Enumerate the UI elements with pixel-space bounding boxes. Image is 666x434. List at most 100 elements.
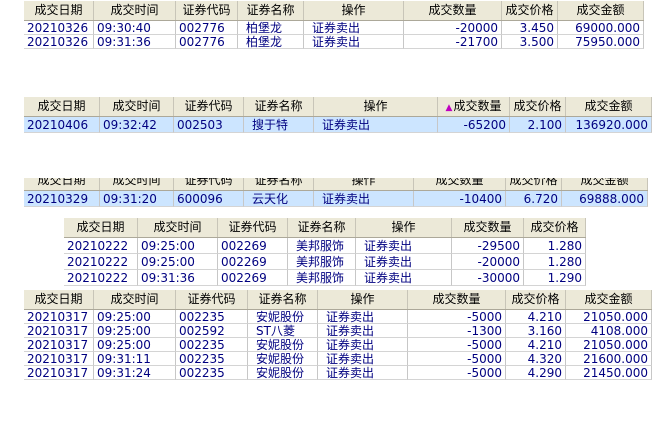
cell-trade-qty: -10400	[414, 191, 506, 207]
column-header-security-name[interactable]: 证券名称	[238, 1, 304, 20]
column-header-trade-price[interactable]: 成交价格	[506, 178, 562, 190]
cell-security-code: 002776	[176, 21, 238, 35]
column-header-trade-date[interactable]: 成交日期	[64, 218, 138, 237]
column-header-operation[interactable]: 操作	[318, 290, 408, 309]
column-header-label: 证券名称	[254, 99, 303, 113]
column-header-trade-qty[interactable]: 成交数量	[404, 1, 502, 20]
table-row[interactable]: 20210317 09:25:00 002235 安妮股份 证券卖出 -5000 4.210…	[24, 310, 652, 324]
column-header-label: 成交价格	[513, 99, 562, 113]
column-header-trade-time[interactable]: 成交时间	[138, 218, 218, 237]
table-header: 成交日期 成交时间 证券代码 证券名称 操作 成交数量 成交价格 成交金额	[24, 178, 648, 191]
cell-security-name: 柏堡龙	[238, 35, 304, 49]
cell-security-code: 002592	[176, 324, 248, 338]
column-header-trade-qty[interactable]: 成交数量	[408, 290, 506, 309]
cell-security-code: 002235	[176, 366, 248, 380]
column-header-label: 操作	[363, 99, 388, 113]
column-header-label: 成交日期	[37, 178, 86, 187]
column-header-security-name[interactable]: 证券名称	[248, 290, 318, 309]
cell-security-name: 安妮股份	[248, 338, 318, 352]
column-header-label: 证券名称	[246, 3, 295, 17]
column-header-security-name[interactable]: 证券名称	[244, 178, 314, 190]
table-row[interactable]: 20210317 09:31:24 002235 安妮股份 证券卖出 -5000 4.290…	[24, 366, 652, 380]
cell-trade-price: 1.280	[524, 254, 586, 270]
column-header-security-name[interactable]: 证券名称	[244, 97, 314, 116]
cell-security-name: 安妮股份	[248, 366, 318, 380]
table-row[interactable]: 20210326 09:31:36 002776 柏堡龙 证券卖出 -21700 3.500…	[24, 35, 644, 49]
cell-security-name: 美邦服饰	[288, 238, 356, 254]
cell-trade-price: 3.500	[502, 35, 558, 49]
column-header-security-code[interactable]: 证券代码	[176, 1, 238, 20]
column-header-trade-qty[interactable]: ▲成交数量	[438, 97, 510, 116]
column-header-trade-time[interactable]: 成交时间	[94, 290, 176, 309]
column-header-trade-amount[interactable]: 成交金额	[566, 290, 652, 309]
column-header-security-code[interactable]: 证券代码	[176, 290, 248, 309]
column-header-trade-date[interactable]: 成交日期	[24, 1, 94, 20]
cell-trade-date: 20210222	[64, 270, 138, 286]
cell-security-name: 安妮股份	[248, 352, 318, 366]
column-header-trade-price[interactable]: 成交价格	[506, 290, 566, 309]
column-header-trade-time[interactable]: 成交时间	[100, 178, 174, 190]
cell-security-code: 002269	[218, 270, 288, 286]
cell-trade-price: 4.210	[506, 338, 566, 352]
table-row[interactable]: 20210326 09:30:40 002776 柏堡龙 证券卖出 -20000 3.450…	[24, 21, 644, 35]
column-header-trade-amount[interactable]: 成交金额	[558, 1, 644, 20]
cell-trade-date: 20210326	[24, 35, 94, 49]
cell-trade-price: 4.320	[506, 352, 566, 366]
cell-trade-time: 09:31:36	[94, 35, 176, 49]
column-header-trade-qty[interactable]: 成交数量	[414, 178, 506, 190]
table-row[interactable]: 20210317 09:25:00 002592 ST八菱 证券卖出 -1300 3.160…	[24, 324, 652, 338]
table-row[interactable]: 20210317 09:25:00 002235 安妮股份 证券卖出 -5000 4.210…	[24, 338, 652, 352]
column-header-trade-date[interactable]: 成交日期	[24, 178, 100, 190]
cell-trade-amount: 136920.000	[566, 117, 652, 133]
column-header-trade-time[interactable]: 成交时间	[100, 97, 174, 116]
column-header-trade-time[interactable]: 成交时间	[94, 1, 176, 20]
table-row[interactable]: 20210406 09:32:42 002503 搜于特 证券卖出 -65200 2.100…	[24, 117, 652, 133]
trade-table-3: 成交日期 成交时间 证券代码 证券名称 操作 成交数量 成交价格 成交金额 20210329 09…	[24, 178, 648, 212]
column-header-operation[interactable]: 操作	[314, 97, 438, 116]
cell-operation: 证券卖出	[356, 238, 452, 254]
column-header-security-name[interactable]: 证券名称	[288, 218, 356, 237]
cell-trade-time: 09:31:11	[94, 352, 176, 366]
table-row[interactable]: 20210222 09:25:00 002269 美邦服饰 证券卖出 -20000 1.28…	[64, 254, 586, 270]
column-header-trade-amount[interactable]: 成交金额	[566, 97, 652, 116]
column-header-label: 操作	[391, 220, 416, 234]
column-header-operation[interactable]: 操作	[356, 218, 452, 237]
column-header-security-code[interactable]: 证券代码	[218, 218, 288, 237]
column-header-label: 成交日期	[76, 220, 125, 234]
column-header-label: 成交时间	[110, 292, 159, 306]
column-header-trade-date[interactable]: 成交日期	[24, 290, 94, 309]
column-header-label: 成交金额	[576, 3, 625, 17]
cell-trade-qty: -5000	[408, 352, 506, 366]
table-row[interactable]: 20210222 09:25:00 002269 美邦服饰 证券卖出 -29500 1.28…	[64, 238, 586, 254]
column-header-trade-price[interactable]: 成交价格	[502, 1, 558, 20]
trade-table-1: 成交日期 成交时间 证券代码 证券名称 操作 成交数量 成交价格 成交金额 20210326 09…	[24, 1, 644, 49]
trade-table-4: 成交日期 成交时间 证券代码 证券名称 操作 成交数量 成交价格 20210222 09:25:…	[64, 218, 586, 286]
column-header-operation[interactable]: 操作	[304, 1, 404, 20]
column-header-security-code[interactable]: 证券代码	[174, 178, 244, 190]
sort-ascending-icon: ▲	[445, 103, 453, 113]
column-header-trade-qty[interactable]: 成交数量	[452, 218, 524, 237]
table-row[interactable]: 20210317 09:31:11 002235 安妮股份 证券卖出 -5000 4.320…	[24, 352, 652, 366]
column-header-operation[interactable]: 操作	[314, 178, 414, 190]
table-row[interactable]: 20210222 09:31:36 002269 美邦服饰 证券卖出 -30000 1.29…	[64, 270, 586, 286]
column-header-label: 成交数量	[432, 292, 481, 306]
cell-operation: 证券卖出	[356, 270, 452, 286]
column-header-trade-price[interactable]: 成交价格	[524, 218, 586, 237]
column-header-label: 操作	[351, 178, 376, 187]
cell-security-code: 002235	[176, 352, 248, 366]
cell-trade-date: 20210406	[24, 117, 100, 133]
cell-security-code: 002235	[176, 310, 248, 324]
cell-trade-qty: -20000	[404, 21, 502, 35]
cell-trade-time: 09:32:42	[100, 117, 174, 133]
column-header-trade-amount[interactable]: 成交金额	[562, 178, 648, 190]
table-row[interactable]: 20210329 09:31:20 600096 云天化 证券卖出 -10400 6.720…	[24, 191, 648, 207]
cell-trade-price: 1.290	[524, 270, 586, 286]
column-header-label: 成交金额	[584, 292, 633, 306]
cell-operation: 证券卖出	[314, 191, 414, 207]
column-header-trade-date[interactable]: 成交日期	[24, 97, 100, 116]
column-header-label: 成交数量	[463, 220, 512, 234]
column-header-security-code[interactable]: 证券代码	[174, 97, 244, 116]
cell-trade-date: 20210317	[24, 366, 94, 380]
column-header-trade-price[interactable]: 成交价格	[510, 97, 566, 116]
cell-trade-qty: -20000	[452, 254, 524, 270]
